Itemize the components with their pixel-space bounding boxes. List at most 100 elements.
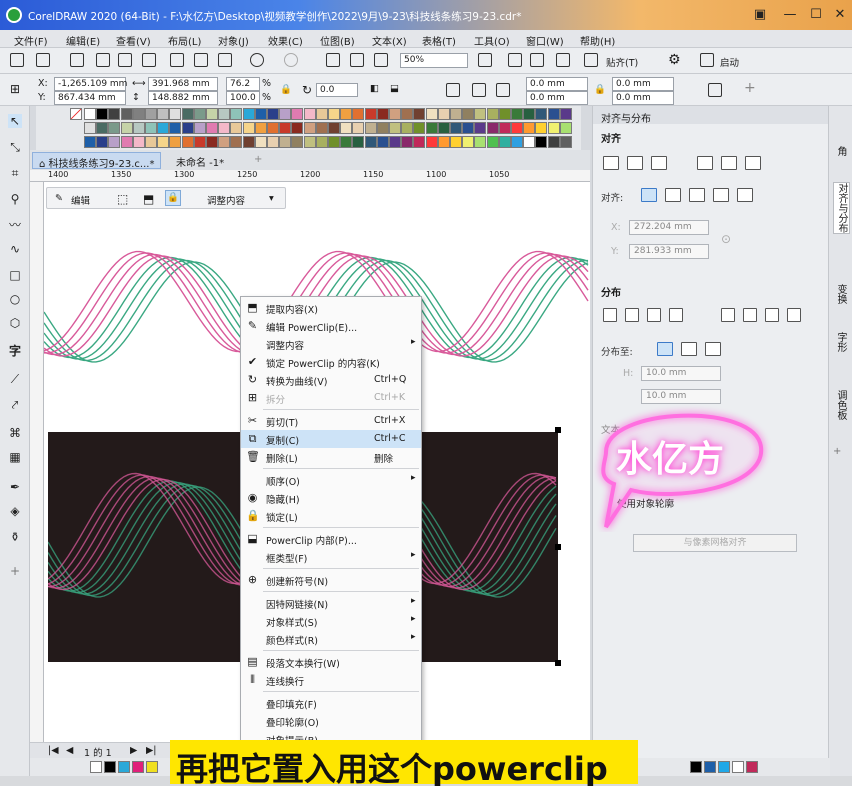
palette-swatch[interactable] [328, 136, 340, 148]
align-left-icon[interactable] [603, 156, 619, 170]
palette-swatch[interactable] [145, 136, 157, 148]
palette-swatch[interactable] [437, 122, 450, 134]
palette-swatch[interactable] [559, 136, 572, 148]
new-tab-button[interactable]: + [248, 152, 268, 169]
palette-swatch[interactable] [364, 122, 377, 134]
palette-swatch[interactable] [169, 122, 182, 134]
context-menu-item[interactable]: ⦀ 连线换行 [241, 671, 421, 689]
palette-swatch[interactable] [462, 108, 475, 120]
palette-swatch[interactable] [132, 122, 145, 134]
palette-swatch[interactable] [462, 122, 475, 134]
menu-help[interactable]: 帮助(H) [580, 33, 615, 48]
palette-swatch[interactable] [535, 122, 548, 134]
corner-radius-bottom-left[interactable]: 0.0 mm [526, 91, 588, 105]
palette-swatch[interactable] [181, 108, 194, 120]
artistic-media-icon[interactable]: ∿ [8, 242, 22, 256]
ellipse-tool-icon[interactable]: ○ [8, 292, 22, 306]
tab-active-document[interactable]: ⌂ 科技线条练习9-23.c...* [32, 152, 162, 170]
distribute-spacing-v-icon[interactable] [765, 308, 779, 322]
menu-file[interactable]: 文件(F) [14, 33, 48, 48]
palette-swatch[interactable] [291, 108, 304, 120]
eyedropper-tool-icon[interactable]: ✒ [8, 480, 22, 494]
relative-corner-scaling-icon[interactable] [708, 83, 722, 97]
guidelines-icon[interactable] [556, 53, 570, 67]
palette-swatch[interactable] [340, 122, 353, 134]
palette-swatch[interactable] [547, 122, 560, 134]
context-menu-item[interactable]: ↻ 转换为曲线(V) Ctrl+Q [241, 371, 421, 389]
palette-swatch[interactable] [328, 108, 340, 120]
menu-text[interactable]: 文本(X) [372, 33, 407, 48]
palette-swatch[interactable] [96, 136, 109, 148]
palette-swatch[interactable] [389, 136, 401, 148]
palette-swatch[interactable] [401, 136, 414, 148]
polygon-tool-icon[interactable]: ⬡ [8, 316, 22, 330]
corner-radius-bottom-right[interactable]: 0.0 mm [612, 91, 674, 105]
context-menu-item[interactable]: 🗑 删除(L) 删除 [241, 448, 421, 466]
palette-swatch[interactable] [157, 108, 170, 120]
palette-swatch[interactable] [96, 122, 109, 134]
distribute-selection-icon[interactable] [657, 342, 673, 356]
pick-tool-icon[interactable]: ↖ [8, 114, 22, 128]
scale-x-field[interactable]: 76.2 [226, 77, 260, 91]
parallel-dimension-icon[interactable]: ⟋ [8, 372, 22, 386]
menu-object[interactable]: 对象(J) [218, 33, 249, 48]
import-icon[interactable] [326, 53, 340, 67]
align-center-h-icon[interactable] [627, 156, 643, 170]
paste-icon[interactable] [218, 53, 232, 67]
distribute-top-icon[interactable] [721, 308, 735, 322]
mirror-horizontal-icon[interactable]: ◧ [370, 83, 379, 94]
distribute-left-icon[interactable] [603, 308, 617, 322]
palette-swatch[interactable] [132, 108, 145, 120]
palette-swatch[interactable] [230, 136, 243, 148]
smart-fill-icon[interactable]: ⚱ [8, 530, 22, 544]
palette-swatch[interactable] [547, 136, 560, 148]
shape-tool-icon[interactable]: ⤡ [8, 140, 22, 154]
palette-swatch[interactable] [242, 136, 255, 148]
palette-swatch[interactable] [437, 136, 450, 148]
corner-radius-top-left[interactable]: 0.0 mm [526, 77, 588, 91]
context-menu-item[interactable]: ⊕ 创建新符号(N) [241, 571, 421, 589]
document-palette-swatch[interactable] [718, 761, 730, 773]
distribute-h-field[interactable]: 10.0 mm [641, 366, 721, 381]
palette-swatch[interactable] [315, 136, 328, 148]
palette-swatch[interactable] [437, 108, 450, 120]
menu-tools[interactable]: 工具(O) [474, 33, 510, 48]
palette-swatch[interactable] [267, 122, 279, 134]
add-preset-icon[interactable]: + [744, 80, 756, 96]
object-origin-icon[interactable]: ⊞ [10, 82, 20, 96]
edit-pencil-icon[interactable]: ✎ [55, 193, 63, 204]
palette-swatch[interactable] [181, 136, 194, 148]
prev-page-icon[interactable]: ◀ [66, 745, 73, 756]
cloud-upload-icon[interactable] [96, 53, 110, 67]
adjust-content-dropdown[interactable]: 调整内容 [207, 193, 245, 207]
copy-icon[interactable] [194, 53, 208, 67]
chevron-down-icon[interactable]: ▾ [269, 193, 274, 204]
context-menu-item[interactable]: ⧉ 复制(C) Ctrl+C [241, 430, 421, 448]
window-menu-icon[interactable]: ▣ [748, 8, 772, 24]
side-tab-transform[interactable]: 变换 [833, 284, 848, 304]
palette-swatch[interactable] [132, 136, 145, 148]
document-palette-swatch[interactable] [90, 761, 102, 773]
palette-swatch[interactable] [279, 122, 292, 134]
add-tool-icon[interactable]: + [8, 564, 22, 578]
palette-swatch[interactable] [474, 122, 487, 134]
document-palette-swatch[interactable] [118, 761, 130, 773]
context-menu-item[interactable]: 🔒 锁定(L) [241, 507, 421, 525]
panel-y-field[interactable]: 281.933 mm [629, 244, 709, 259]
transparency-tool-icon[interactable]: ▦ [8, 450, 22, 464]
y-position-field[interactable]: 867.434 mm [54, 91, 126, 105]
scale-y-field[interactable]: 100.0 [226, 91, 260, 105]
context-menu-item[interactable]: 顺序(O) ▸ [241, 471, 421, 489]
align-top-icon[interactable] [697, 156, 713, 170]
palette-swatch[interactable] [157, 136, 170, 148]
palette-swatch[interactable] [303, 108, 316, 120]
context-menu-item[interactable]: ✔ 锁定 PowerClip 的内容(K) [241, 353, 421, 371]
new-document-icon[interactable] [10, 53, 24, 67]
palette-swatch[interactable] [425, 108, 438, 120]
edit-powerclip-button[interactable]: 编辑 [71, 193, 90, 207]
save-icon[interactable] [70, 53, 84, 67]
palette-swatch[interactable] [267, 108, 279, 120]
x-position-field[interactable]: -1,265.109 mm [54, 77, 127, 91]
palette-swatch[interactable] [120, 108, 133, 120]
lock-ratio-icon[interactable]: 🔒 [280, 84, 292, 95]
